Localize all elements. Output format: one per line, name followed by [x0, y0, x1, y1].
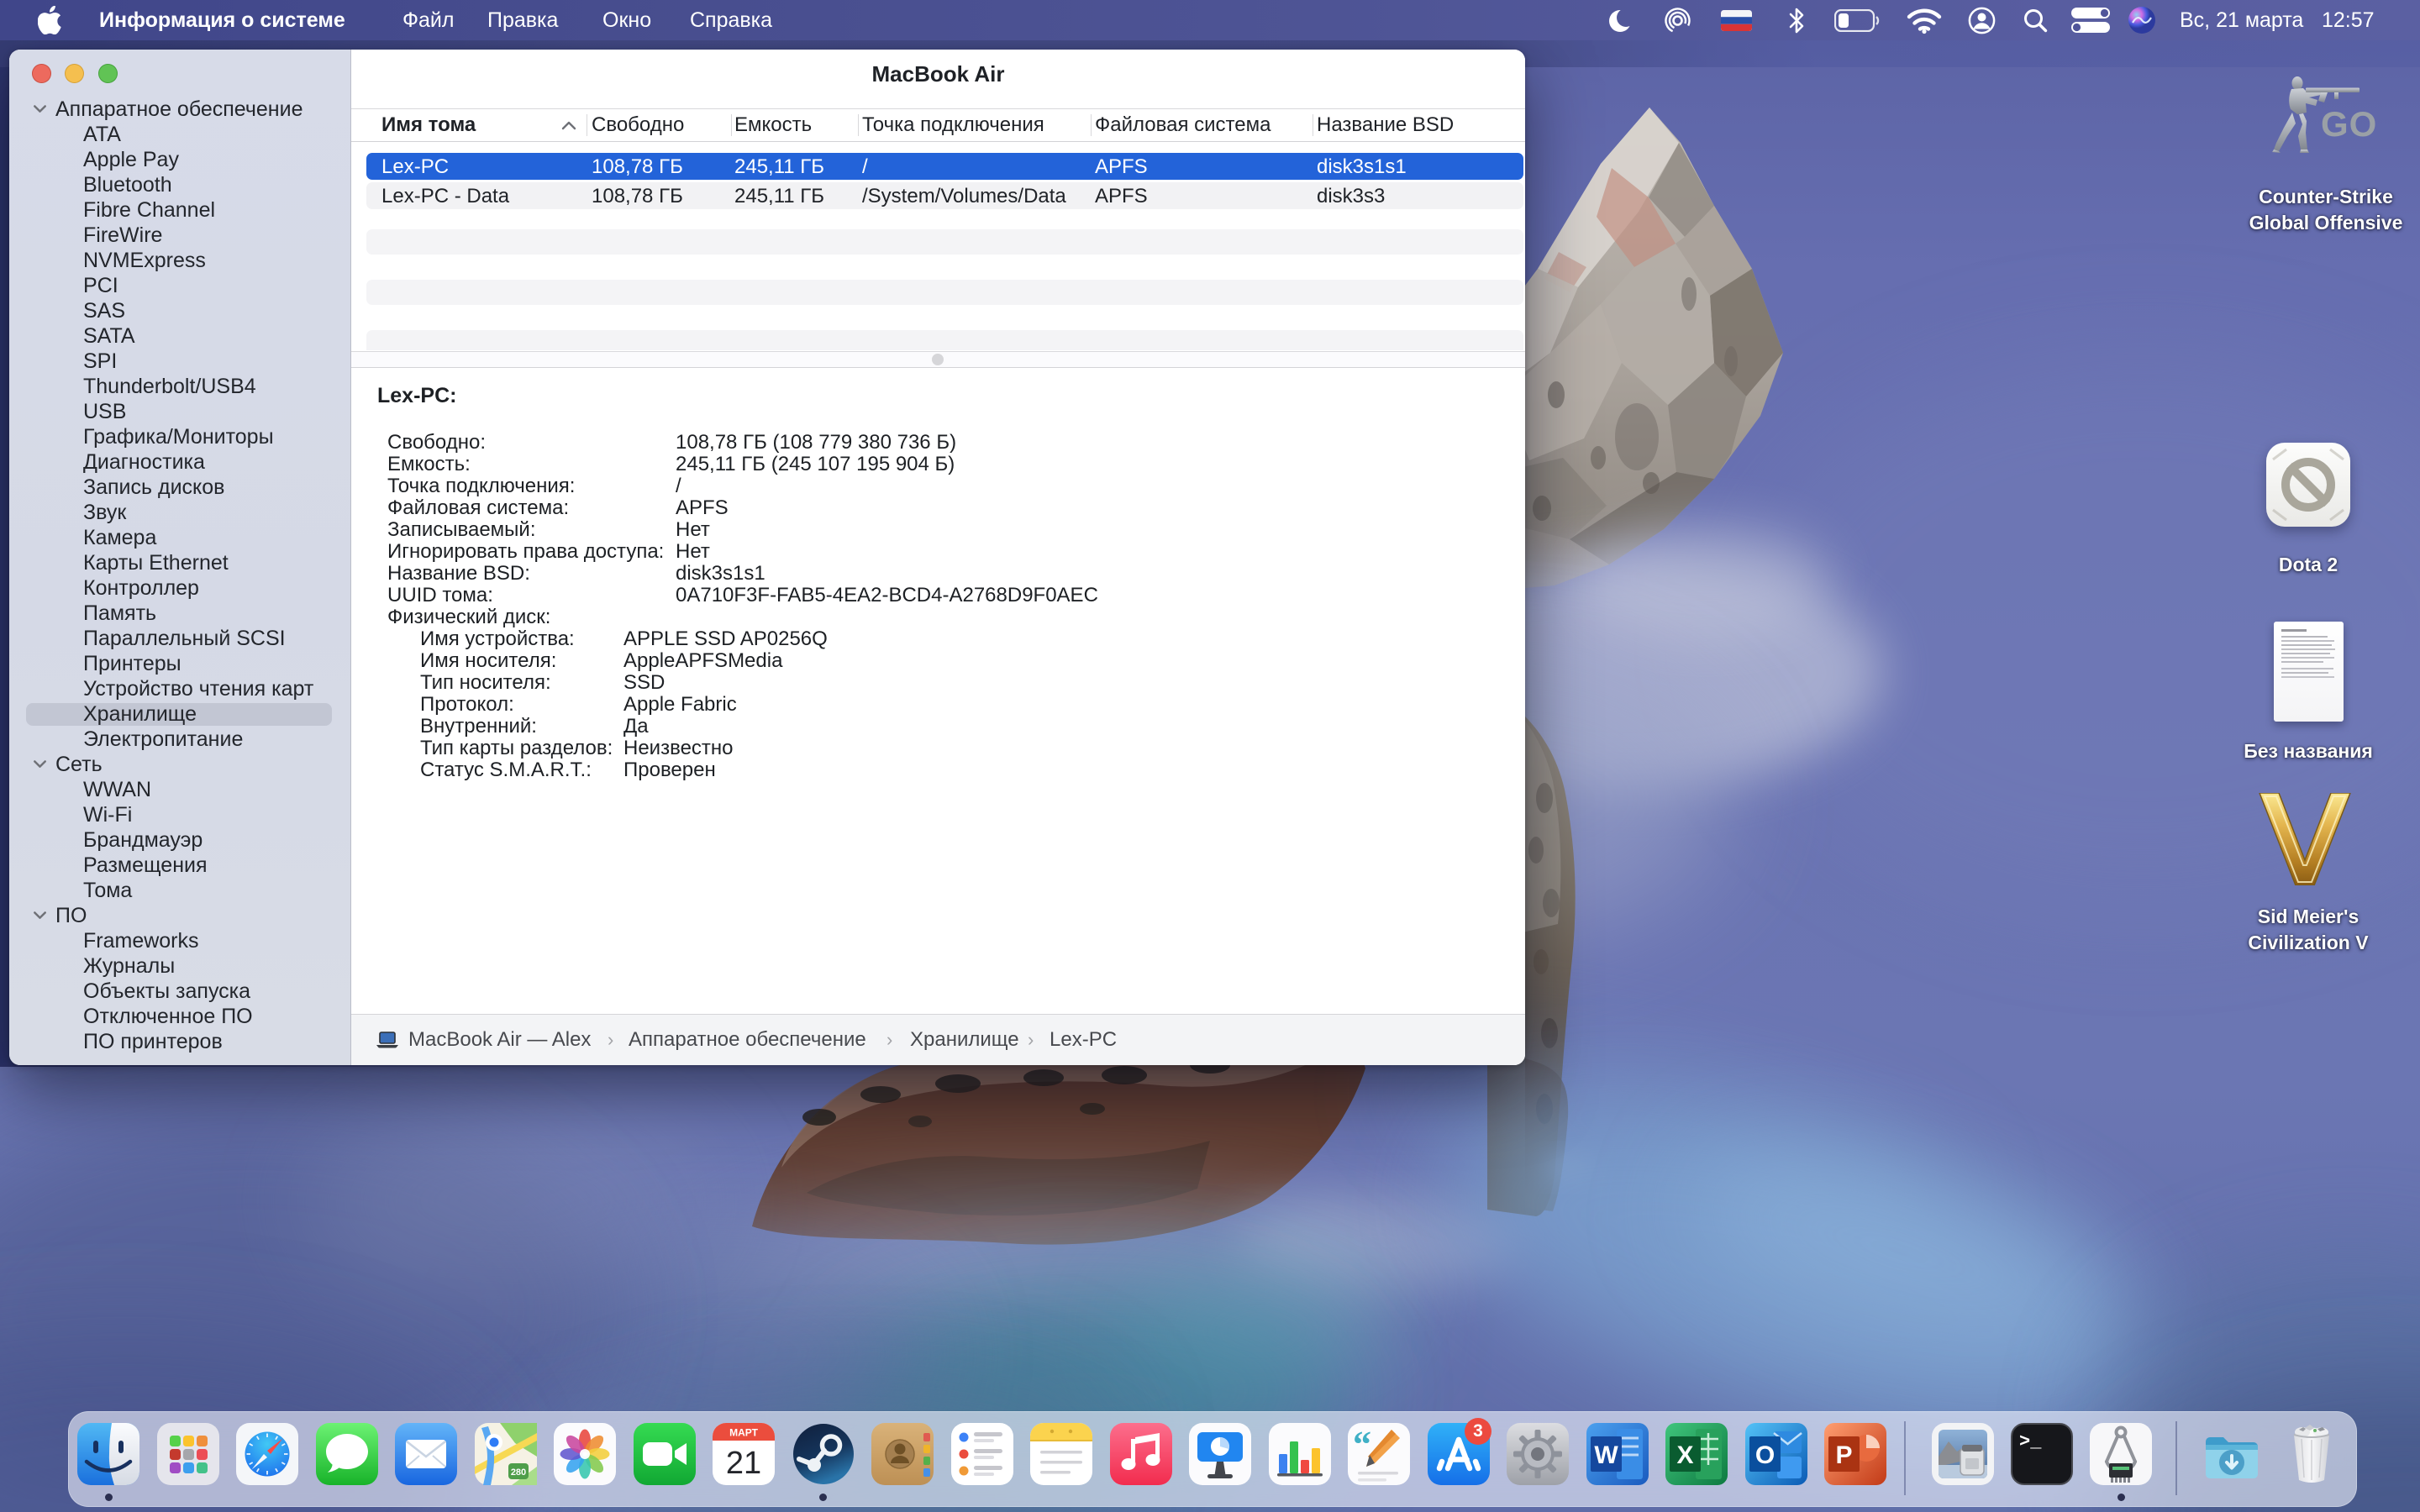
- svg-text:МАРТ: МАРТ: [729, 1427, 759, 1439]
- svg-text:280: 280: [510, 1467, 525, 1478]
- svg-text:X: X: [1676, 1441, 1693, 1469]
- svg-text:P: P: [1835, 1441, 1852, 1469]
- svg-text:W: W: [1594, 1441, 1618, 1469]
- svg-text:>_: >_: [2019, 1431, 2042, 1452]
- svg-text:21: 21: [726, 1446, 761, 1481]
- svg-text:O: O: [1754, 1441, 1774, 1469]
- svg-text:GO: GO: [2321, 104, 2377, 144]
